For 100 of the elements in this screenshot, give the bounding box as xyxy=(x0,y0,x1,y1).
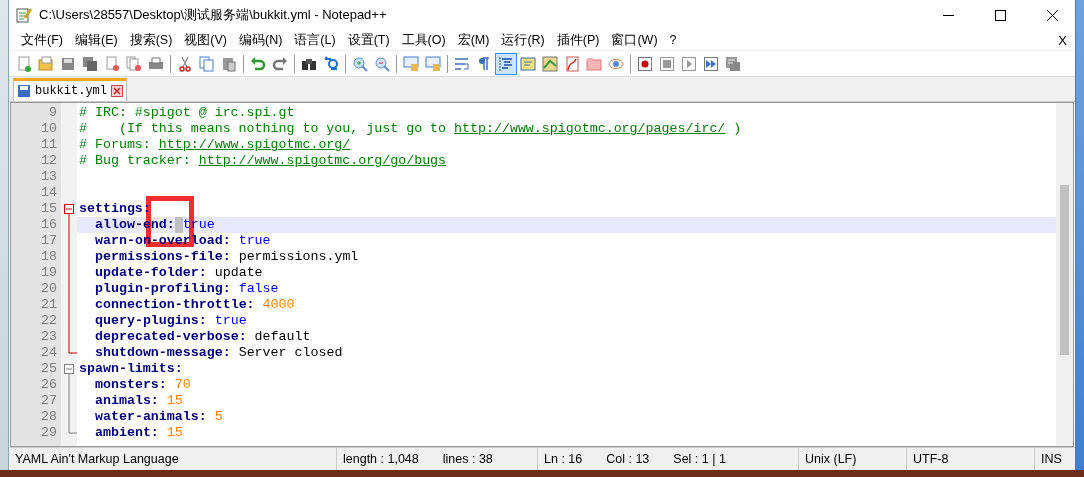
line-number: 20 xyxy=(41,281,57,296)
status-text: INS xyxy=(1041,452,1062,466)
comment-text: # Forums: xyxy=(79,137,152,153)
line-number: 11 xyxy=(41,137,57,152)
menu-item[interactable]: 工具(O) xyxy=(395,31,452,49)
paste-icon xyxy=(221,55,237,72)
menu-item[interactable]: 文件(F) xyxy=(15,31,69,49)
yaml-key: query-plugins: xyxy=(95,313,207,329)
fold-toggle-icon[interactable] xyxy=(61,361,77,377)
line-number: 29 xyxy=(41,425,57,440)
menu-item[interactable]: 搜索(S) xyxy=(123,31,179,49)
pilcrow-icon xyxy=(476,55,492,72)
close-icon[interactable] xyxy=(111,85,123,97)
comment-text: # Bug tracker: xyxy=(79,153,192,169)
close-all-icon xyxy=(126,55,142,72)
status-text: UTF-8 xyxy=(913,452,949,466)
yaml-key: ambient: xyxy=(95,425,159,441)
menu-item[interactable]: 语言(L) xyxy=(288,31,342,49)
save-icon xyxy=(17,84,31,98)
status-text: Unix (LF) xyxy=(805,452,857,466)
line-number: 13 xyxy=(41,169,57,184)
save-all-icon xyxy=(82,55,98,72)
scrollbar[interactable] xyxy=(1056,103,1073,446)
yaml-key: animals: xyxy=(95,393,159,409)
yaml-value: 15 xyxy=(166,425,183,441)
maximize-icon xyxy=(994,9,1006,21)
comment-text: ) xyxy=(732,121,742,137)
document-icon xyxy=(520,55,536,72)
yaml-value: 15 xyxy=(166,393,183,409)
toolbar-button[interactable] xyxy=(495,52,517,75)
yaml-value: Server closed xyxy=(238,345,343,361)
close-icon xyxy=(1046,9,1058,21)
sync-scroll-icon xyxy=(425,55,441,72)
menu-item[interactable]: 宏(M) xyxy=(451,31,496,49)
copy-icon xyxy=(199,55,215,72)
line-number: 27 xyxy=(41,393,57,408)
sync-scroll-icon xyxy=(403,55,419,72)
tab-label: bukkit.yml xyxy=(35,84,107,98)
fold-end-line xyxy=(68,345,77,354)
menu-item[interactable]: ? xyxy=(663,33,683,47)
yaml-key: permissions-file: xyxy=(95,249,231,265)
menu-item[interactable]: 编辑(E) xyxy=(68,31,124,49)
line-number: 14 xyxy=(41,185,57,200)
menu-item[interactable]: 编码(N) xyxy=(233,31,289,49)
yaml-value: permissions.yml xyxy=(238,249,359,265)
function-list-icon xyxy=(564,55,580,72)
menu-item[interactable]: 视图(V) xyxy=(178,31,233,49)
close-document-button[interactable]: X xyxy=(1050,32,1075,48)
fast-forward-icon xyxy=(703,55,719,72)
line-number: 26 xyxy=(41,377,57,392)
zoom-in-icon xyxy=(352,55,368,72)
yaml-key: shutdown-message: xyxy=(95,345,231,361)
line-number: 22 xyxy=(41,313,57,328)
line-number: 12 xyxy=(41,153,57,168)
yaml-value: update xyxy=(214,265,263,281)
line-number: 15 xyxy=(41,201,57,216)
status-text: lines : 38 xyxy=(442,452,493,466)
close-file-icon xyxy=(104,55,120,72)
replace-icon xyxy=(323,55,339,72)
file-tab[interactable]: bukkit.yml xyxy=(13,78,127,101)
scissors-icon xyxy=(177,55,193,72)
fold-end-line xyxy=(68,425,77,434)
text-selection xyxy=(174,217,183,233)
link[interactable]: http://www.spigotmc.org/pages/irc/ xyxy=(454,121,726,137)
status-text: Sel : 1 | 1 xyxy=(673,452,726,466)
yaml-value: 4000 xyxy=(262,297,295,313)
indent-guide-icon xyxy=(498,55,514,72)
line-number: 9 xyxy=(49,105,57,120)
yaml-value: true xyxy=(238,233,271,249)
line-number: 28 xyxy=(41,409,57,424)
line-number: 18 xyxy=(41,249,57,264)
folder-icon xyxy=(586,55,602,72)
line-number: 23 xyxy=(41,329,57,344)
comment-text: # IRC: #spigot @ irc.spi.gt xyxy=(79,105,295,121)
record-icon xyxy=(637,55,653,72)
notepad-icon xyxy=(15,6,33,24)
line-number: 17 xyxy=(41,233,57,248)
redo-icon xyxy=(272,55,288,72)
menu-item[interactable]: 窗口(W) xyxy=(605,31,664,49)
status-text: length : 1,048 xyxy=(343,452,419,466)
yaml-key: update-folder: xyxy=(95,265,207,281)
link[interactable]: http://www.spigotmc.org/go/bugs xyxy=(198,153,447,169)
link[interactable]: http://www.spigotmc.org/ xyxy=(158,137,351,153)
status-text: Ln : 16 xyxy=(544,452,583,466)
line-number: 25 xyxy=(41,361,57,376)
map-icon xyxy=(542,55,558,72)
line-number: 16 xyxy=(41,217,57,232)
word-wrap-icon xyxy=(454,55,470,72)
yaml-value: 70 xyxy=(174,377,191,393)
menu-item[interactable]: 运行(R) xyxy=(495,31,551,49)
fold-toggle-icon[interactable] xyxy=(61,201,77,217)
play-icon xyxy=(681,55,697,72)
yaml-value: false xyxy=(238,281,279,297)
line-number: 19 xyxy=(41,265,57,280)
printer-icon xyxy=(148,55,164,72)
menu-item[interactable]: 设置(T) xyxy=(341,31,396,49)
folder-icon xyxy=(38,55,54,72)
comment-text: # (If this means nothing to you, just go to xyxy=(79,121,448,137)
menu-item[interactable]: 插件(P) xyxy=(550,31,606,49)
save-icon xyxy=(60,55,76,72)
